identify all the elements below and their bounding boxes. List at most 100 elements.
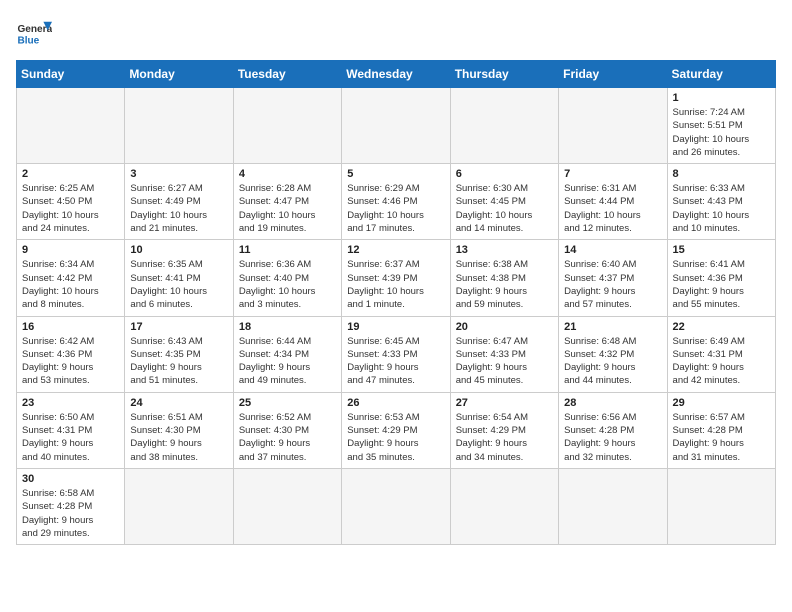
calendar-cell [233,88,341,164]
calendar-cell: 19Sunrise: 6:45 AM Sunset: 4:33 PM Dayli… [342,316,450,392]
calendar-header-row: Sunday Monday Tuesday Wednesday Thursday… [17,61,776,88]
calendar-week-row: 1 Sunrise: 7:24 AM Sunset: 5:51 PM Daylig… [17,88,776,164]
day-number: 28 [564,397,661,409]
header-saturday: Saturday [667,61,775,88]
day-info: Sunrise: 6:52 AM Sunset: 4:30 PM Dayligh… [239,411,336,464]
header-thursday: Thursday [450,61,558,88]
header-tuesday: Tuesday [233,61,341,88]
day-info: Sunrise: 6:54 AM Sunset: 4:29 PM Dayligh… [456,411,553,464]
day-info: Sunrise: 6:51 AM Sunset: 4:30 PM Dayligh… [130,411,227,464]
header-wednesday: Wednesday [342,61,450,88]
day-info: Sunrise: 6:35 AM Sunset: 4:41 PM Dayligh… [130,258,227,311]
calendar-cell [559,88,667,164]
day-number: 9 [22,244,119,256]
day-number: 8 [673,168,770,180]
day-info: Sunrise: 6:30 AM Sunset: 4:45 PM Dayligh… [456,182,553,235]
calendar-cell: 6 Sunrise: 6:30 AM Sunset: 4:45 PM Daylig… [450,164,558,240]
calendar-cell: 9Sunrise: 6:34 AM Sunset: 4:42 PM Daylig… [17,240,125,316]
day-info: Sunrise: 7:24 AM Sunset: 5:51 PM Dayligh… [673,106,770,159]
calendar-cell: 11Sunrise: 6:36 AM Sunset: 4:40 PM Dayli… [233,240,341,316]
day-info: Sunrise: 6:25 AM Sunset: 4:50 PM Dayligh… [22,182,119,235]
day-number: 16 [22,321,119,333]
day-info: Sunrise: 6:28 AM Sunset: 4:47 PM Dayligh… [239,182,336,235]
day-number: 1 [673,92,770,104]
day-number: 10 [130,244,227,256]
calendar-cell: 4Sunrise: 6:28 AM Sunset: 4:47 PM Daylig… [233,164,341,240]
calendar-cell: 14 Sunrise: 6:40 AM Sunset: 4:37 PM Dayli… [559,240,667,316]
day-number: 5 [347,168,444,180]
calendar-cell: 28Sunrise: 6:56 AM Sunset: 4:28 PM Dayli… [559,392,667,468]
day-info: Sunrise: 6:45 AM Sunset: 4:33 PM Dayligh… [347,335,444,388]
logo: General Blue [16,16,52,52]
day-number: 12 [347,244,444,256]
header-monday: Monday [125,61,233,88]
calendar-cell: 5 Sunrise: 6:29 AM Sunset: 4:46 PM Daylig… [342,164,450,240]
day-info: Sunrise: 6:49 AM Sunset: 4:31 PM Dayligh… [673,335,770,388]
calendar-cell: 1 Sunrise: 7:24 AM Sunset: 5:51 PM Daylig… [667,88,775,164]
calendar-cell: 12 Sunrise: 6:37 AM Sunset: 4:39 PM Dayli… [342,240,450,316]
calendar-cell: 2Sunrise: 6:25 AM Sunset: 4:50 PM Daylig… [17,164,125,240]
day-info: Sunrise: 6:41 AM Sunset: 4:36 PM Dayligh… [673,258,770,311]
calendar-cell: 23 Sunrise: 6:50 AM Sunset: 4:31 PM Dayli… [17,392,125,468]
calendar-cell [342,88,450,164]
day-info: Sunrise: 6:53 AM Sunset: 4:29 PM Dayligh… [347,411,444,464]
calendar-cell: 15 Sunrise: 6:41 AM Sunset: 4:36 PM Dayli… [667,240,775,316]
day-number: 14 [564,244,661,256]
calendar-cell: 24Sunrise: 6:51 AM Sunset: 4:30 PM Dayli… [125,392,233,468]
calendar-cell: 10 Sunrise: 6:35 AM Sunset: 4:41 PM Dayli… [125,240,233,316]
day-info: Sunrise: 6:48 AM Sunset: 4:32 PM Dayligh… [564,335,661,388]
calendar-cell [125,88,233,164]
day-number: 29 [673,397,770,409]
day-number: 30 [22,473,119,485]
calendar-cell: 18 Sunrise: 6:44 AM Sunset: 4:34 PM Dayli… [233,316,341,392]
calendar-cell: 30 Sunrise: 6:58 AM Sunset: 4:28 PM Dayli… [17,468,125,544]
calendar-cell: 20Sunrise: 6:47 AM Sunset: 4:33 PM Dayli… [450,316,558,392]
calendar-cell: 25 Sunrise: 6:52 AM Sunset: 4:30 PM Dayli… [233,392,341,468]
calendar-cell: 3Sunrise: 6:27 AM Sunset: 4:49 PM Daylig… [125,164,233,240]
calendar-cell: 21 Sunrise: 6:48 AM Sunset: 4:32 PM Dayli… [559,316,667,392]
calendar-week-row: 2Sunrise: 6:25 AM Sunset: 4:50 PM Daylig… [17,164,776,240]
day-info: Sunrise: 6:44 AM Sunset: 4:34 PM Dayligh… [239,335,336,388]
day-number: 6 [456,168,553,180]
calendar-week-row: 16 Sunrise: 6:42 AM Sunset: 4:36 PM Dayli… [17,316,776,392]
day-number: 15 [673,244,770,256]
calendar-cell: 13 Sunrise: 6:38 AM Sunset: 4:38 PM Dayli… [450,240,558,316]
day-info: Sunrise: 6:37 AM Sunset: 4:39 PM Dayligh… [347,258,444,311]
day-info: Sunrise: 6:50 AM Sunset: 4:31 PM Dayligh… [22,411,119,464]
calendar-week-row: 23 Sunrise: 6:50 AM Sunset: 4:31 PM Dayli… [17,392,776,468]
day-number: 7 [564,168,661,180]
day-info: Sunrise: 6:31 AM Sunset: 4:44 PM Dayligh… [564,182,661,235]
header-friday: Friday [559,61,667,88]
day-info: Sunrise: 6:33 AM Sunset: 4:43 PM Dayligh… [673,182,770,235]
calendar-cell [450,468,558,544]
calendar-cell: 27Sunrise: 6:54 AM Sunset: 4:29 PM Dayli… [450,392,558,468]
calendar-cell [125,468,233,544]
calendar-cell: 26Sunrise: 6:53 AM Sunset: 4:29 PM Dayli… [342,392,450,468]
day-number: 13 [456,244,553,256]
header-sunday: Sunday [17,61,125,88]
day-number: 18 [239,321,336,333]
day-number: 3 [130,168,227,180]
day-info: Sunrise: 6:29 AM Sunset: 4:46 PM Dayligh… [347,182,444,235]
day-number: 22 [673,321,770,333]
svg-text:Blue: Blue [17,35,39,46]
calendar-cell: 17Sunrise: 6:43 AM Sunset: 4:35 PM Dayli… [125,316,233,392]
calendar-cell [17,88,125,164]
day-number: 20 [456,321,553,333]
calendar-cell [559,468,667,544]
day-number: 25 [239,397,336,409]
day-info: Sunrise: 6:40 AM Sunset: 4:37 PM Dayligh… [564,258,661,311]
day-info: Sunrise: 6:57 AM Sunset: 4:28 PM Dayligh… [673,411,770,464]
calendar-cell: 8 Sunrise: 6:33 AM Sunset: 4:43 PM Daylig… [667,164,775,240]
calendar-cell: 29 Sunrise: 6:57 AM Sunset: 4:28 PM Dayli… [667,392,775,468]
day-number: 21 [564,321,661,333]
day-info: Sunrise: 6:38 AM Sunset: 4:38 PM Dayligh… [456,258,553,311]
day-info: Sunrise: 6:58 AM Sunset: 4:28 PM Dayligh… [22,487,119,540]
day-number: 23 [22,397,119,409]
calendar-cell [667,468,775,544]
day-info: Sunrise: 6:43 AM Sunset: 4:35 PM Dayligh… [130,335,227,388]
logo-icon: General Blue [16,16,52,52]
day-info: Sunrise: 6:42 AM Sunset: 4:36 PM Dayligh… [22,335,119,388]
calendar-cell [342,468,450,544]
day-number: 11 [239,244,336,256]
